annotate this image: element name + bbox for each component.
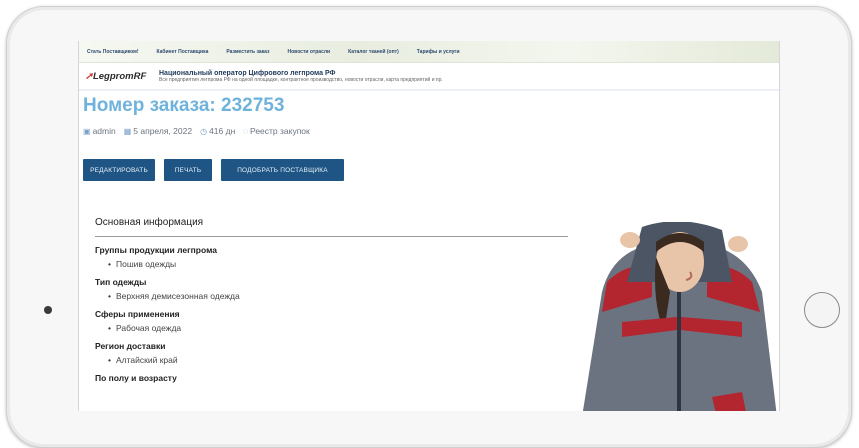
info-section: Регион доставки Алтайский край bbox=[95, 341, 568, 365]
brand-description: Все предприятия легпрома РФ на одной пло… bbox=[159, 76, 443, 83]
action-buttons: РЕДАКТИРОВАТЬ ПЕЧАТЬ ПОДОБРАТЬ ПОСТАВЩИК… bbox=[83, 159, 779, 181]
section-value: Алтайский край bbox=[108, 355, 568, 365]
category-link[interactable]: Реестр закупок bbox=[250, 126, 310, 136]
nav-item-news[interactable]: Новости отрасли bbox=[288, 49, 331, 55]
post-age: 416 дн bbox=[209, 126, 236, 136]
info-section: Тип одежды Верхняя демисезонная одежда bbox=[95, 277, 568, 301]
brand-bar: ➚LegpromRF Национальный оператор Цифрово… bbox=[79, 63, 779, 91]
nav-item-become-supplier[interactable]: Стать Поставщиком! bbox=[87, 49, 139, 55]
section-label: Сферы применения bbox=[95, 309, 180, 319]
main-info-panel: Основная информация Группы продукции лег… bbox=[95, 217, 568, 383]
section-value: Пошив одежды bbox=[108, 259, 568, 269]
section-value: Рабочая одежда bbox=[108, 323, 568, 333]
nav-item-fabric-catalog[interactable]: Каталог тканей (опт) bbox=[348, 49, 399, 55]
author-link[interactable]: admin bbox=[93, 126, 116, 136]
logo-text: LegpromRF bbox=[92, 70, 147, 82]
nav-item-supplier-cabinet[interactable]: Кабинет Поставщика bbox=[157, 49, 209, 55]
info-section: Сферы применения Рабочая одежда bbox=[95, 309, 568, 333]
nav-item-place-order[interactable]: Разместить заказ bbox=[226, 49, 269, 55]
logo-icon: ➚ bbox=[85, 70, 93, 82]
find-supplier-button[interactable]: ПОДОБРАТЬ ПОСТАВЩИКА bbox=[221, 159, 344, 181]
section-label: Тип одежды bbox=[95, 277, 147, 287]
panel-title: Основная информация bbox=[95, 217, 568, 237]
top-nav: Стать Поставщиком! Кабинет Поставщика Ра… bbox=[79, 41, 779, 63]
screen: Стать Поставщиком! Кабинет Поставщика Ра… bbox=[78, 41, 780, 411]
edit-button[interactable]: РЕДАКТИРОВАТЬ bbox=[83, 159, 155, 181]
print-button[interactable]: ПЕЧАТЬ bbox=[164, 159, 212, 181]
user-icon: ▣ bbox=[83, 127, 91, 136]
jacket-model-photo bbox=[582, 222, 777, 411]
home-button[interactable] bbox=[804, 292, 840, 328]
calendar-icon: ▦ bbox=[123, 127, 132, 136]
post-meta: ▣ admin ▦ 5 апреля, 2022 ◷ 416 дн ◌ Реестр з… bbox=[83, 126, 779, 136]
camera-icon bbox=[44, 306, 52, 314]
section-label: Регион доставки bbox=[95, 341, 166, 351]
brand-text: Национальный оператор Цифрового легпрома… bbox=[159, 70, 443, 83]
section-label: По полу и возрасту bbox=[95, 373, 177, 383]
section-value: Верхняя демисезонная одежда bbox=[108, 291, 568, 301]
clock-icon: ◷ bbox=[200, 127, 208, 136]
post-date: 5 апреля, 2022 bbox=[133, 126, 193, 136]
page-title: Номер заказа: 232753 bbox=[83, 95, 285, 116]
info-section: Группы продукции легпрома Пошив одежды bbox=[95, 245, 568, 269]
folder-icon: ◌ bbox=[243, 127, 249, 136]
logo[interactable]: ➚LegpromRF bbox=[85, 71, 159, 82]
nav-item-tariffs[interactable]: Тарифы и услуги bbox=[417, 49, 460, 55]
brand-tagline: Национальный оператор Цифрового легпрома… bbox=[159, 69, 336, 77]
section-label: Группы продукции легпрома bbox=[95, 245, 217, 255]
info-section: По полу и возрасту bbox=[95, 373, 568, 383]
